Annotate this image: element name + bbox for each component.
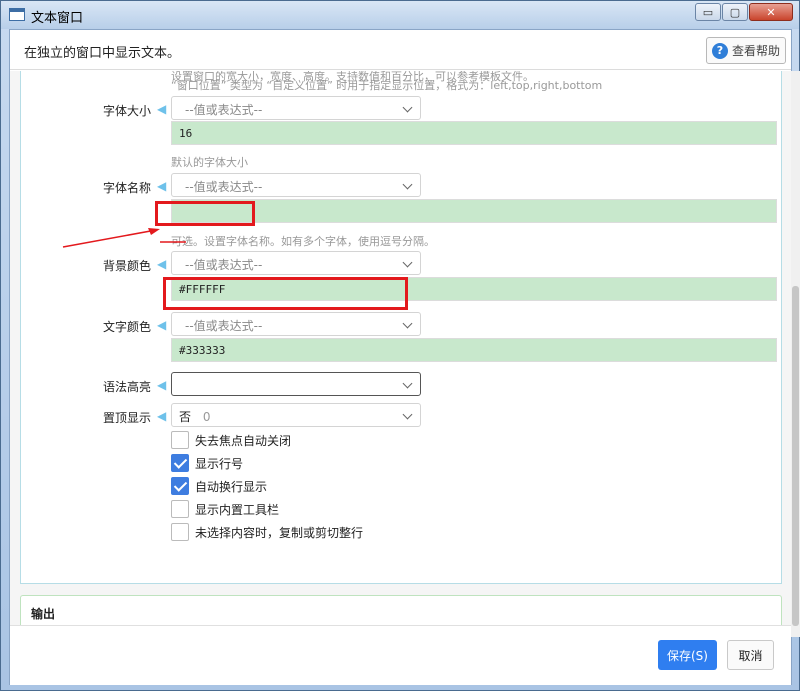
arrow-left-icon[interactable]: ◀ — [157, 410, 169, 422]
checkbox-box[interactable] — [171, 454, 189, 472]
description-bar: 在独立的窗口中显示文本。 ? 查看帮助 — [10, 30, 791, 70]
arrow-left-icon[interactable]: ◀ — [157, 319, 169, 331]
checkbox-show-line-numbers[interactable]: 显示行号 — [171, 454, 243, 472]
text-window-dialog: 文本窗口 ▭ ▢ ✕ 在独立的窗口中显示文本。 ? 查看帮助 设置窗口的宽大小，… — [0, 0, 800, 691]
chevron-down-icon — [402, 257, 413, 268]
font-name-label: 字体名称 — [102, 181, 151, 195]
maximize-icon: ▢ — [729, 5, 741, 19]
checkbox-word-wrap[interactable]: 自动换行显示 — [171, 477, 267, 495]
text-color-mode-select[interactable]: --值或表达式-- — [171, 312, 421, 336]
chevron-down-icon — [402, 378, 413, 389]
output-section[interactable]: 输出 — [20, 595, 782, 625]
font-size-mode-select[interactable]: --值或表达式-- — [171, 96, 421, 120]
arrow-left-icon[interactable]: ◀ — [157, 103, 169, 115]
font-name-mode-select[interactable]: --值或表达式-- — [171, 173, 421, 197]
window-title: 文本窗口 — [31, 11, 84, 26]
window-app-icon — [9, 8, 25, 21]
checkbox-label: 显示内置工具栏 — [195, 502, 280, 517]
annotation-highlight-box — [163, 277, 408, 310]
properties-panel: 设置窗口的宽大小，宽度、高度。支持数值和百分比，可以参考模板文件。 “窗口位置”… — [20, 71, 782, 584]
close-icon: ✕ — [766, 5, 776, 19]
help-button[interactable]: ? 查看帮助 — [706, 37, 786, 64]
syntax-highlight-label: 语法高亮 — [102, 380, 151, 394]
checkbox-label: 自动换行显示 — [195, 479, 268, 494]
checkbox-box[interactable] — [171, 431, 189, 449]
topmost-label: 置顶显示 — [102, 411, 151, 425]
bg-color-mode-value: --值或表达式-- — [185, 258, 263, 272]
position-hint-text: “窗口位置” 类型为 “自定义位置” 时用于指定显示位置，格式为：left,to… — [171, 79, 603, 92]
arrow-left-icon[interactable]: ◀ — [157, 180, 169, 192]
minimize-icon: ▭ — [702, 5, 714, 19]
checkbox-box[interactable] — [171, 523, 189, 541]
checkbox-lose-focus-close[interactable]: 失去焦点自动关闭 — [171, 431, 291, 449]
chevron-down-icon — [402, 318, 413, 329]
dialog-description: 在独立的窗口中显示文本。 — [24, 46, 181, 61]
topmost-code: 0 — [202, 410, 211, 424]
close-button[interactable]: ✕ — [749, 3, 793, 21]
checkbox-label: 显示行号 — [195, 456, 244, 471]
font-size-label: 字体大小 — [102, 104, 151, 118]
cancel-button[interactable]: 取消 — [727, 640, 774, 670]
annotation-arrow — [62, 228, 186, 248]
help-button-label: 查看帮助 — [731, 44, 780, 58]
chevron-down-icon — [402, 409, 413, 420]
text-color-mode-value: --值或表达式-- — [185, 319, 263, 333]
checkbox-copy-whole-line[interactable]: 未选择内容时，复制或剪切整行 — [171, 523, 363, 541]
font-name-hint: 可选。设置字体名称。如有多个字体，使用逗号分隔。 — [171, 235, 435, 248]
checkbox-label: 失去焦点自动关闭 — [195, 433, 292, 448]
maximize-button[interactable]: ▢ — [722, 3, 748, 21]
font-size-input[interactable]: 16 — [171, 121, 777, 145]
syntax-highlight-select[interactable] — [171, 372, 421, 396]
window-controls: ▭ ▢ ✕ — [694, 3, 793, 21]
checkbox-show-toolbar[interactable]: 显示内置工具栏 — [171, 500, 279, 518]
checkbox-box[interactable] — [171, 500, 189, 518]
font-name-input[interactable] — [171, 199, 777, 223]
question-icon: ? — [711, 42, 728, 59]
dialog-client-area: 在独立的窗口中显示文本。 ? 查看帮助 设置窗口的宽大小，宽度、高度。支持数值和… — [9, 29, 800, 685]
minimize-button[interactable]: ▭ — [695, 3, 721, 21]
font-size-hint: 默认的字体大小 — [171, 156, 248, 169]
vertical-scrollbar[interactable] — [791, 71, 800, 637]
dialog-footer: 保存(S) 取消 — [10, 625, 791, 685]
save-button[interactable]: 保存(S) — [658, 640, 717, 670]
font-name-mode-value: --值或表达式-- — [185, 180, 263, 194]
text-color-input[interactable]: #333333 — [171, 338, 777, 362]
topmost-select[interactable]: 否 0 — [171, 403, 421, 427]
scrollbar-thumb[interactable] — [792, 286, 799, 626]
checkbox-box[interactable] — [171, 477, 189, 495]
text-color-label: 文字颜色 — [102, 320, 151, 334]
checkbox-label: 未选择内容时，复制或剪切整行 — [195, 525, 364, 540]
chevron-down-icon — [402, 179, 413, 190]
font-size-mode-value: --值或表达式-- — [185, 103, 263, 117]
topmost-value: 否 — [179, 410, 192, 424]
arrow-left-icon[interactable]: ◀ — [157, 379, 169, 391]
title-bar[interactable]: 文本窗口 ▭ ▢ ✕ — [1, 1, 799, 29]
chevron-down-icon — [402, 102, 413, 113]
output-section-title: 输出 — [31, 607, 56, 621]
